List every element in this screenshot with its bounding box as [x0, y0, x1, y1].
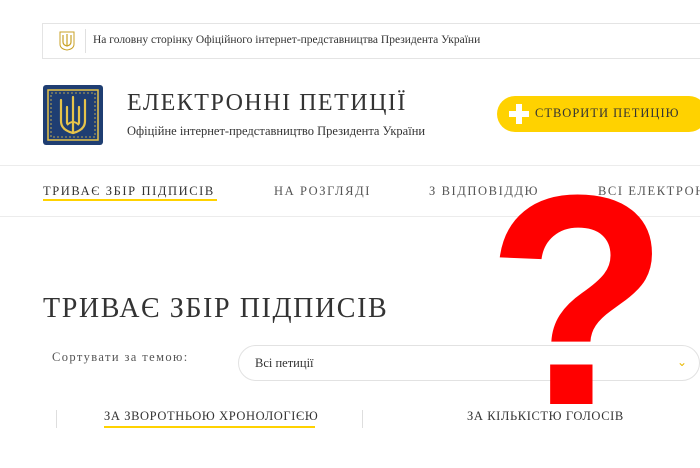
trident-emblem-icon	[47, 89, 99, 141]
create-petition-button[interactable]: СТВОРИТИ ПЕТИЦІЮ	[497, 96, 700, 132]
order-reverse-chronological[interactable]: ЗА ЗВОРОТНЬОЮ ХРОНОЛОГІЄЮ	[104, 409, 318, 424]
order-divider-left	[56, 410, 57, 428]
active-order-underline	[104, 426, 315, 428]
site-title[interactable]: ЕЛЕКТРОННІ ПЕТИЦІЇ	[127, 90, 407, 117]
page-title: ТРИВАЄ ЗБІР ПІДПИСІВ	[43, 293, 389, 324]
question-mark-overlay: ?	[486, 132, 670, 468]
site-subtitle: Офіційне інтернет-представництво Президе…	[127, 124, 426, 138]
plus-icon	[509, 104, 529, 124]
topbar-separator	[85, 29, 86, 53]
active-tab-underline	[43, 199, 217, 201]
topic-select-value: Всі петиції	[255, 356, 314, 370]
site-logo[interactable]	[43, 85, 103, 145]
trident-emblem-icon	[59, 31, 75, 51]
tab-collecting-signatures[interactable]: ТРИВАЄ ЗБІР ПІДПИСІВ	[43, 184, 215, 199]
create-petition-label: СТВОРИТИ ПЕТИЦІЮ	[535, 106, 680, 120]
chevron-down-icon: ⌄	[677, 355, 688, 369]
tab-under-review[interactable]: НА РОЗГЛЯДІ	[274, 184, 371, 199]
order-divider-middle	[362, 410, 363, 428]
top-breadcrumb-bar: На головну сторінку Офіційного інтернет-…	[42, 23, 700, 59]
home-link[interactable]: На головну сторінку Офіційного інтернет-…	[93, 34, 480, 46]
sort-label: Сортувати за темою:	[52, 350, 189, 364]
